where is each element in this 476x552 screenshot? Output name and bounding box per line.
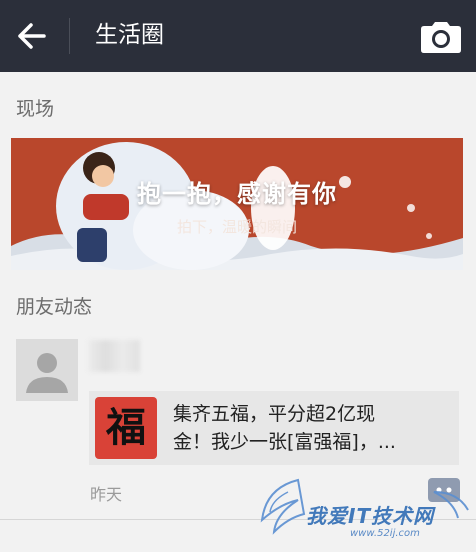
watermark: 我爱IT技术网 www.52ij.com (258, 470, 476, 548)
fu-character: 福 (106, 404, 146, 451)
section-label-friends: 朋友动态 (16, 296, 93, 318)
top-bar: 生活圈 (0, 0, 476, 72)
shared-link-card[interactable]: 福 集齐五福，平分超2亿现 金！我少一张[富强福]，... (89, 391, 459, 465)
header-divider (69, 18, 70, 54)
banner-subtitle: 拍下，温暖的瞬间 (176, 218, 297, 236)
watermark-url: www.52ij.com (350, 528, 420, 539)
default-avatar-icon (16, 339, 78, 401)
page-title: 生活圈 (95, 22, 164, 48)
section-label-live: 现场 (16, 98, 55, 120)
fu-thumbnail: 福 (95, 397, 157, 459)
post-time: 昨天 (90, 485, 123, 504)
shared-link-line-1: 集齐五福，平分超2亿现 (173, 403, 376, 425)
live-banner[interactable]: 抱一抱，感谢有你 拍下，温暖的瞬间 (11, 138, 463, 270)
avatar[interactable] (16, 339, 78, 401)
shared-link-text: 集齐五福，平分超2亿现 金！我少一张[富强福]，... (173, 400, 443, 456)
blurred-username (88, 340, 140, 372)
shared-link-line-2: 金！我少一张[富强福]，... (173, 431, 396, 453)
camera-icon[interactable] (420, 20, 462, 54)
back-arrow-icon[interactable] (16, 20, 50, 52)
watermark-text: 我爱IT技术网 (306, 504, 435, 528)
banner-title: 抱一抱，感谢有你 (137, 180, 337, 208)
